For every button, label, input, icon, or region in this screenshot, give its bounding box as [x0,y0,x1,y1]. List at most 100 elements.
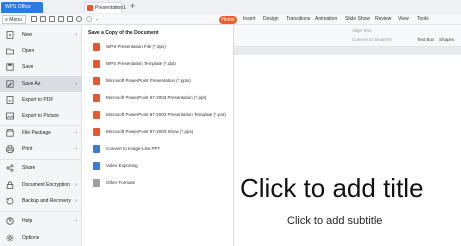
chevron-right-icon: › [75,81,77,87]
divider [0,211,82,212]
align-text-button[interactable]: Align Text [352,28,371,33]
quick-toolbar: ≡ Menu ⌄ Home Insert Design Transitions … [0,14,461,25]
save-as-label: Microsoft PowerPoint 97-2003 Presentatio… [106,95,207,100]
title-bar: WPS Office Presentation1 × + [0,0,461,14]
sidebar-item-print[interactable]: Print › [0,141,82,157]
tab-insert[interactable]: Insert [243,15,256,24]
sidebar-item-label: Export to PDF [22,97,54,103]
pot-file-icon [93,111,100,119]
save-as-pps[interactable]: Microsoft PowerPoint 97-2003 Show (*.pps… [82,124,234,140]
video-exporting[interactable]: Video Exporting [82,158,234,174]
sidebar-item-new[interactable]: New › [0,27,82,43]
sidebar-item-export-pdf[interactable]: Export to PDF [0,92,82,108]
tab-transitions[interactable]: Transitions [286,15,310,24]
sidebar-item-label: Export to Picture [22,113,59,119]
save-as-label: Microsoft PowerPoint 97-2003 Show (*.pps… [106,129,194,134]
tab-tools[interactable]: Tools [417,15,429,24]
image-ppt-icon [93,145,100,153]
new-tab-button[interactable]: + [130,1,135,12]
tab-design[interactable]: Design [263,15,279,24]
preview-icon[interactable] [67,16,73,22]
shapes-button[interactable]: Shapes [439,37,454,42]
other-formats[interactable]: Other Formats [82,175,234,191]
chevron-right-icon: › [75,198,77,204]
share-icon [6,164,14,172]
wps-window: WPS Office Presentation1 × + ≡ Menu ⌄ Ho… [0,0,461,246]
sidebar-item-save-as[interactable]: Save As › [0,76,82,92]
sidebar-item-label: New [22,32,33,38]
new-doc-icon [6,31,14,39]
save-icon [6,63,14,71]
save-as-icon [6,80,14,88]
chevron-down-icon[interactable]: ⌄ [95,16,101,22]
print-icon[interactable] [58,16,64,22]
save-as-dpt[interactable]: WPS Presentation Template (*.dpt) [82,56,234,72]
save-as-label: Microsoft PowerPoint 97-2003 Presentatio… [106,112,226,117]
close-icon[interactable]: × [116,3,119,14]
tab-animation[interactable]: Animation [315,15,337,24]
tab-review[interactable]: Review [375,15,391,24]
sidebar-item-save[interactable]: Save [0,59,82,75]
sidebar-item-label: File Package [22,130,51,136]
chevron-right-icon: › [75,218,77,224]
sidebar-item-backup-recovery[interactable]: Backup and Recovery › [0,193,82,209]
save-as-pptx[interactable]: Microsoft PowerPoint Presentation (*.ppt… [82,73,234,89]
save-as-dps[interactable]: WPS Presentation File (*.dps) [82,39,234,55]
save-as-ppt[interactable]: Microsoft PowerPoint 97-2003 Presentatio… [82,90,234,106]
convert-image-ppt[interactable]: Convert to Image-Like PPT [82,141,234,157]
pptx-file-icon [93,77,100,85]
sidebar-item-label: Save [22,64,34,70]
chevron-right-icon: › [75,182,77,188]
sidebar-item-label: Backup and Recovery [22,198,71,204]
new-icon[interactable] [31,16,37,22]
print-icon [6,145,14,153]
save-icon[interactable] [49,16,55,22]
save-as-flyout: Save a Copy of the Document WPS Presenta… [82,25,234,246]
sidebar-item-open[interactable]: Open [0,43,82,59]
save-as-label: Video Exporting [106,163,138,168]
sidebar-item-share[interactable]: Share [0,160,82,176]
document-tab-label: Presentation1 [95,5,126,11]
sidebar-item-options[interactable]: Options [0,230,82,246]
dps-file-icon [93,43,100,51]
lock-icon [6,181,14,189]
open-icon[interactable] [40,16,46,22]
save-as-label: Microsoft PowerPoint Presentation (*.ppt… [106,78,191,83]
sidebar-item-export-picture[interactable]: Export to Picture [0,108,82,124]
app-tab[interactable]: WPS Office [1,2,43,13]
save-as-pot[interactable]: Microsoft PowerPoint 97-2003 Presentatio… [82,107,234,123]
sidebar-item-label: Print [22,146,33,152]
text-box-button[interactable]: Text Box [417,37,434,42]
convert-smartart-button[interactable]: Convert to SmartArt [352,37,392,42]
document-tab[interactable]: Presentation1 × [84,2,126,14]
sidebar-item-document-encryption[interactable]: Document Encryption › [0,177,82,193]
dpt-file-icon [93,60,100,68]
sidebar-item-label: Share [22,165,36,171]
pdf-icon [6,96,14,104]
video-icon [93,162,100,170]
save-as-label: WPS Presentation File (*.dps) [106,44,166,49]
flyout-heading: Save a Copy of the Document [88,30,159,36]
sidebar-item-file-package[interactable]: File Package › [0,125,82,141]
sidebar-item-label: Open [22,48,35,54]
undo-icon[interactable] [76,16,82,22]
backup-icon [6,197,14,205]
sidebar-item-label: Document Encryption [22,182,70,188]
subtitle-placeholder[interactable]: Click to add subtitle [287,215,382,227]
sidebar-item-label: Options [22,235,40,241]
menu-button[interactable]: ≡ Menu [2,15,26,24]
save-as-label: Convert to Image-Like PPT [106,146,161,151]
folder-icon [6,48,14,55]
package-icon [6,129,14,137]
ribbon-panel: Align Text Convert to SmartArt Text Box … [234,25,461,47]
redo-icon[interactable] [86,16,92,22]
slide[interactable]: Click to add title Click to add subtitle [234,55,461,246]
file-menu-sidebar: New › Open Save Save As › Export to PDF … [0,25,82,246]
title-placeholder[interactable]: Click to add title [240,173,424,204]
sidebar-item-help[interactable]: Help › [0,213,82,229]
help-icon [6,217,14,225]
tab-view[interactable]: View [398,15,409,24]
tab-home[interactable]: Home [219,16,237,24]
tab-slide-show[interactable]: Slide Show [345,15,370,24]
slide-canvas: Click to add title Click to add subtitle [234,47,461,246]
